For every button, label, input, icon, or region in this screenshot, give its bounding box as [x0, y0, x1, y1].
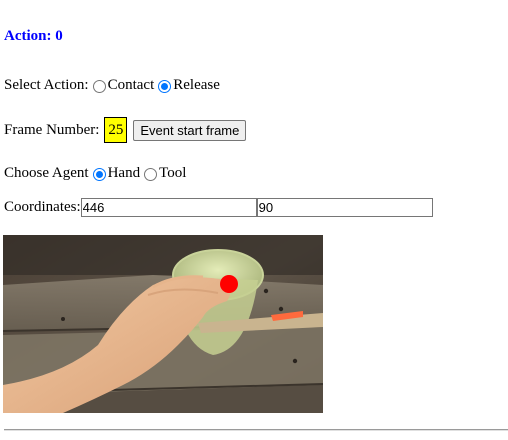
tool-radio[interactable]	[144, 168, 158, 181]
hand-radio[interactable]	[92, 168, 106, 181]
frame-number-value: 25	[104, 117, 128, 143]
video-frame-image[interactable]	[3, 235, 323, 413]
tool-radio-label[interactable]: Tool	[159, 165, 186, 182]
select-action-row: Select Action: Contact Release	[4, 77, 220, 94]
frame-number-label: Frame Number:	[4, 121, 100, 138]
action-heading: Action: 0	[4, 28, 63, 44]
hand-radio-label[interactable]: Hand	[108, 165, 141, 182]
event-start-frame-button[interactable]: Event start frame	[133, 119, 247, 141]
contact-radio-label[interactable]: Contact	[108, 77, 155, 94]
coordinates-row: Coordinates:	[4, 198, 433, 217]
coordinate-x-input[interactable]	[80, 198, 257, 217]
release-radio[interactable]	[158, 80, 172, 93]
coordinates-label: Coordinates:	[4, 199, 81, 215]
frame-number-row: Frame Number: 25 Event start frame	[4, 117, 247, 143]
release-radio-label[interactable]: Release	[173, 77, 220, 94]
contact-point-marker	[220, 275, 238, 293]
choose-agent-row: Choose Agent Hand Tool	[4, 165, 186, 182]
horizontal-divider	[4, 429, 508, 431]
contact-radio[interactable]	[92, 80, 106, 93]
choose-agent-label: Choose Agent	[4, 165, 89, 181]
select-action-label: Select Action:	[4, 77, 89, 93]
coordinate-y-input[interactable]	[256, 198, 433, 217]
